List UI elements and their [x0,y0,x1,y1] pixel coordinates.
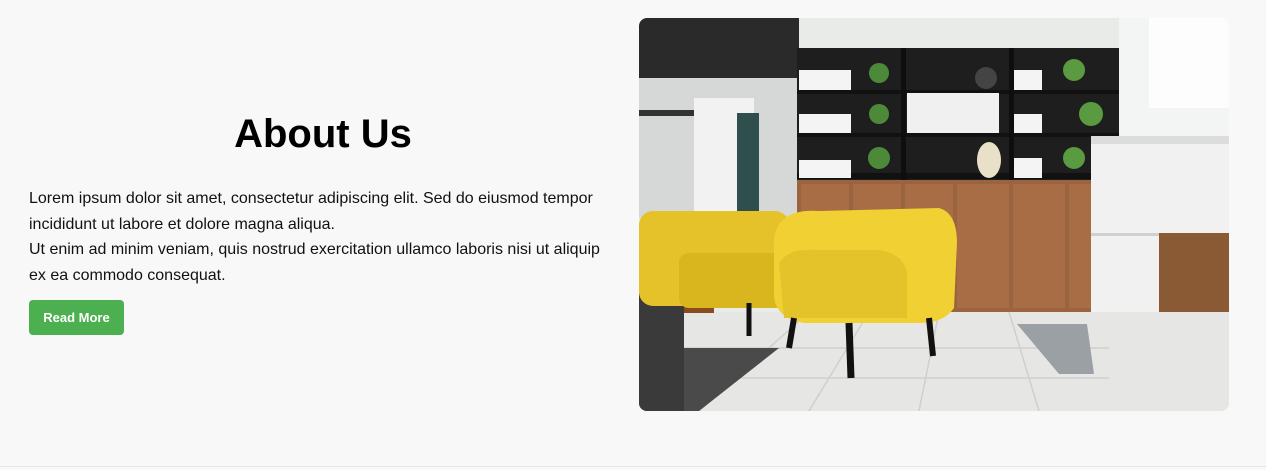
section-divider [0,466,1266,467]
about-paragraph-line1: Lorem ipsum dolor sit amet, consectetur … [29,190,593,233]
about-image [639,18,1229,411]
about-section: About Us Lorem ipsum dolor sit amet, con… [0,0,1266,470]
about-title: About Us [234,112,412,156]
read-more-button[interactable]: Read More [29,300,124,335]
about-paragraph: Lorem ipsum dolor sit amet, consectetur … [29,186,609,288]
about-text-column: About Us Lorem ipsum dolor sit amet, con… [29,108,609,335]
about-paragraph-line2: Ut enim ad minim veniam, quis nostrud ex… [29,241,600,284]
